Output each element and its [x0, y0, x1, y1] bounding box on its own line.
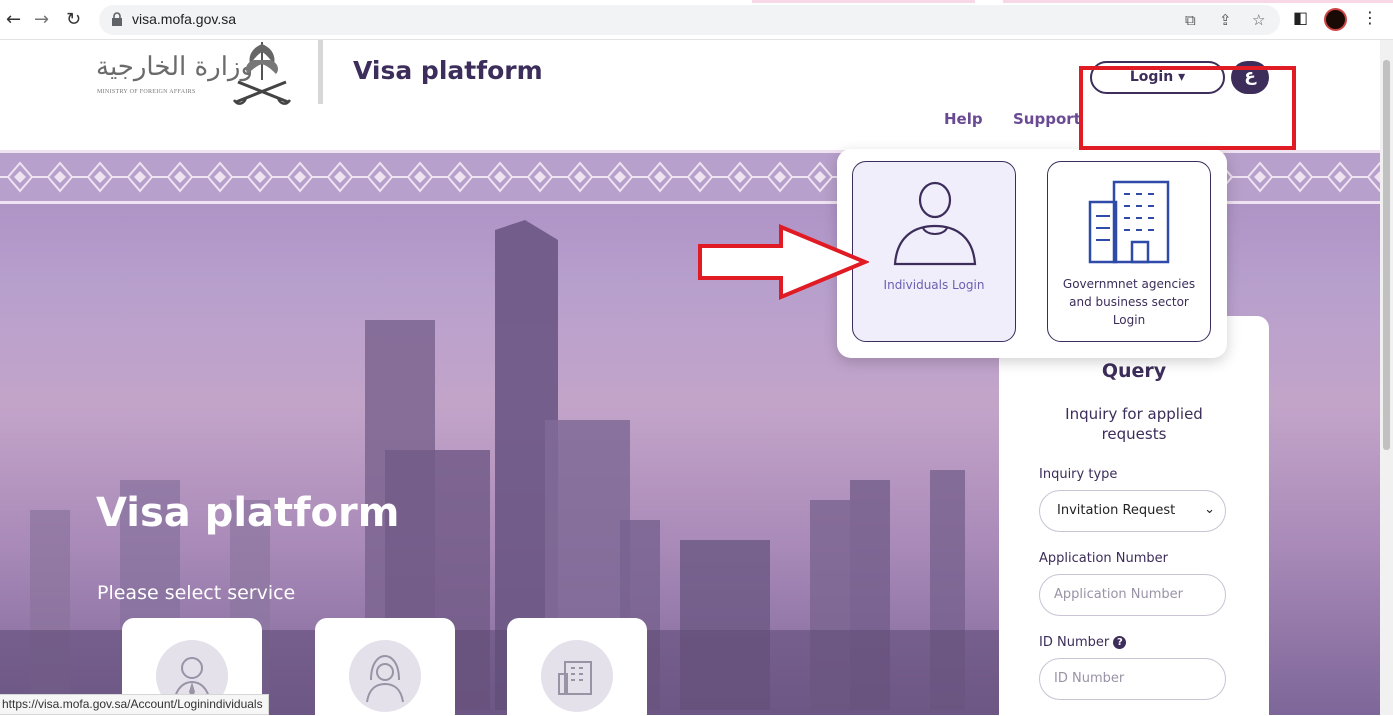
application-number-input[interactable]: Application Number [1039, 574, 1226, 616]
hero-subtitle: Please select service [97, 582, 296, 604]
government-login-label: Governmnet agencies and business sector … [1048, 275, 1210, 329]
chevron-down-icon: ⌄ [1204, 502, 1215, 517]
reload-icon[interactable]: ↻ [66, 9, 81, 30]
person-icon [893, 181, 977, 266]
service-icon-circle [349, 640, 421, 712]
office-building-icon [1088, 180, 1170, 264]
individuals-login-option[interactable]: Individuals Login [852, 161, 1016, 342]
help-link[interactable]: Help [944, 110, 983, 128]
government-login-option[interactable]: Governmnet agencies and business sector … [1047, 161, 1211, 342]
highlight-annotation-box [1079, 66, 1296, 150]
question-icon[interactable]: ? [1113, 636, 1127, 649]
saudi-emblem-icon [232, 42, 292, 105]
scrollbar-thumb[interactable] [1383, 60, 1390, 450]
person-ghutra-icon [366, 654, 404, 703]
sidepanel-icon[interactable]: ◧ [1293, 8, 1308, 27]
inquiry-type-select[interactable]: Invitation Request ⌄ [1039, 490, 1226, 532]
tab-strip-accent [0, 0, 1393, 3]
building-icon [558, 661, 592, 695]
individuals-login-label: Individuals Login [883, 278, 985, 292]
id-number-label-row: ID Number ? [1039, 635, 1127, 650]
menu-kebab-icon[interactable]: ⋮ [1362, 8, 1378, 27]
service-card-citizen[interactable] [315, 618, 455, 715]
page-scrollbar[interactable] [1380, 40, 1393, 715]
query-subtitle: Inquiry for applied requests [1065, 405, 1203, 443]
profile-avatar[interactable] [1324, 8, 1347, 31]
bookmark-star-icon[interactable]: ☆ [1252, 11, 1265, 29]
annotation-arrow-icon [698, 224, 869, 300]
back-icon[interactable]: ← [6, 9, 21, 30]
share-icon[interactable]: ⇪ [1219, 11, 1232, 29]
query-title: Query [1101, 360, 1167, 382]
service-icon-circle [541, 640, 613, 712]
address-bar[interactable]: visa.mofa.gov.sa ⧉ ⇪ ☆ [99, 5, 1280, 35]
link-status-bar: https://visa.mofa.gov.sa/Account/Loginin… [0, 694, 269, 715]
id-number-input[interactable]: ID Number [1039, 658, 1226, 700]
government-login-line-1: Governmnet agencies [1062, 277, 1196, 291]
header-divider [318, 40, 323, 104]
application-number-label: Application Number [1039, 551, 1168, 566]
url-text: visa.mofa.gov.sa [132, 11, 237, 27]
inquiry-type-value: Invitation Request [1057, 503, 1176, 518]
translate-icon[interactable]: ⧉ [1185, 11, 1196, 29]
query-panel: Query Inquiry for applied requests Inqui… [999, 316, 1269, 716]
id-number-label: ID Number [1039, 635, 1110, 650]
support-link[interactable]: Support [1013, 110, 1081, 128]
hero-title: Visa platform [96, 490, 400, 536]
login-dropdown-menu: Individuals Login Governmnet agencies an… [837, 149, 1227, 358]
service-card-business[interactable] [507, 618, 647, 715]
government-login-line-3: Login [1112, 313, 1146, 327]
browser-toolbar: ← → ↻ visa.mofa.gov.sa ⧉ ⇪ ☆ ◧ ⋮ [0, 0, 1393, 40]
government-login-line-2: and business sector [1069, 295, 1189, 309]
inquiry-type-label: Inquiry type [1039, 467, 1118, 482]
logo-english-text: MINISTRY OF FOREIGN AFFAIRS [97, 89, 196, 95]
forward-icon[interactable]: → [34, 9, 49, 30]
site-title: Visa platform [353, 56, 543, 85]
lock-icon [112, 12, 122, 26]
